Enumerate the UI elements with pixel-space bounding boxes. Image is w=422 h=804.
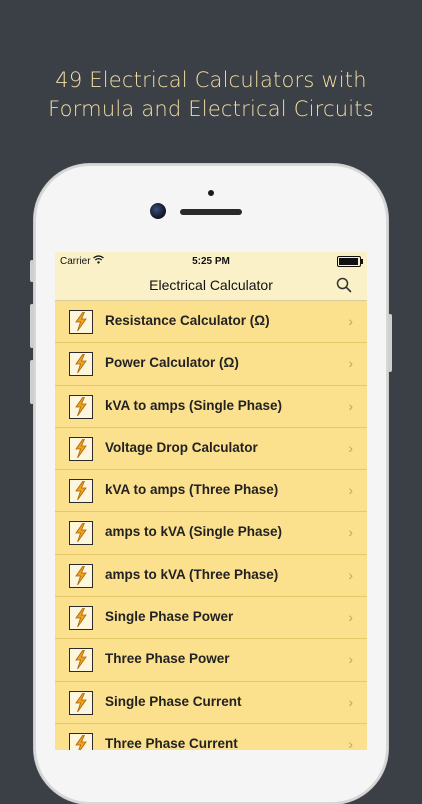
list-item[interactable]: kVA to amps (Three Phase) › [55,470,367,513]
power-button [388,314,392,372]
lightning-icon [69,394,93,419]
chevron-right-icon: › [348,566,353,583]
headline-line-1: 49 Electrical Calculators with [55,68,367,92]
list-item-label: Single Phase Power [105,609,234,625]
list-item[interactable]: Voltage Drop Calculator › [55,427,367,471]
chevron-right-icon: › [348,355,353,372]
list-item-label: kVA to amps (Three Phase) [105,482,279,498]
list-item-label: amps to kVA (Single Phase) [105,524,283,540]
chevron-right-icon: › [348,397,353,414]
lightning-icon [69,352,93,377]
list-item[interactable]: kVA to amps (Single Phase) › [55,385,367,428]
list-item-label: kVA to amps (Single Phase) [105,397,283,413]
volume-up-button [30,304,34,348]
list-item[interactable]: Three Phase Current › [55,723,367,750]
list-item[interactable]: Three Phase Power › [55,639,367,682]
list-item[interactable]: Resistance Calculator (Ω) › [55,301,367,344]
list-item-label: Three Phase Current [105,735,238,750]
promo-headline: 49 Electrical Calculators with Formula a… [0,66,422,124]
lightning-icon [69,648,93,673]
app-screen: Carrier 5:25 PM Electrical Calculator Re… [55,252,367,750]
battery-icon [337,256,363,267]
list-item-label: Single Phase Current [105,693,242,709]
status-time: 5:25 PM [192,256,230,267]
lightning-icon [69,310,93,334]
lightning-icon [69,521,93,546]
lightning-icon [69,563,93,588]
mute-switch [30,260,34,282]
list-item[interactable]: amps to kVA (Single Phase) › [55,512,367,555]
lightning-icon [69,479,93,504]
lightning-icon [69,436,93,461]
list-item[interactable]: Power Calculator (Ω) › [55,343,367,386]
chevron-right-icon: › [348,524,353,541]
front-camera [150,203,166,219]
page-title: Electrical Calculator [149,277,273,293]
lightning-icon [69,732,93,750]
list-item-label: Power Calculator (Ω) [105,355,239,371]
earpiece-speaker [180,209,242,215]
chevron-right-icon: › [348,651,353,668]
list-item-label: amps to kVA (Three Phase) [105,566,279,582]
list-item[interactable]: Single Phase Current › [55,681,367,724]
list-item-label: Voltage Drop Calculator [105,439,258,455]
chevron-right-icon: › [348,439,353,456]
list-item-label: Resistance Calculator (Ω) [105,313,270,328]
chevron-right-icon: › [348,693,353,710]
chevron-right-icon: › [348,313,353,329]
proximity-sensor [208,190,214,196]
lightning-icon [69,690,93,715]
chevron-right-icon: › [348,735,353,750]
navigation-bar: Electrical Calculator [55,270,367,301]
search-icon[interactable] [335,276,353,294]
headline-line-2: Formula and Electrical Circuits [48,97,374,121]
list-item[interactable]: Single Phase Power › [55,597,367,640]
chevron-right-icon: › [348,609,353,626]
volume-down-button [30,360,34,404]
status-bar: Carrier 5:25 PM [55,252,367,270]
calculator-list: Resistance Calculator (Ω) › Power Calculat… [55,301,367,750]
chevron-right-icon: › [348,482,353,499]
lightning-icon [69,606,93,631]
battery-level [339,258,358,265]
list-item-label: Three Phase Power [105,651,230,667]
list-item[interactable]: amps to kVA (Three Phase) › [55,554,367,598]
